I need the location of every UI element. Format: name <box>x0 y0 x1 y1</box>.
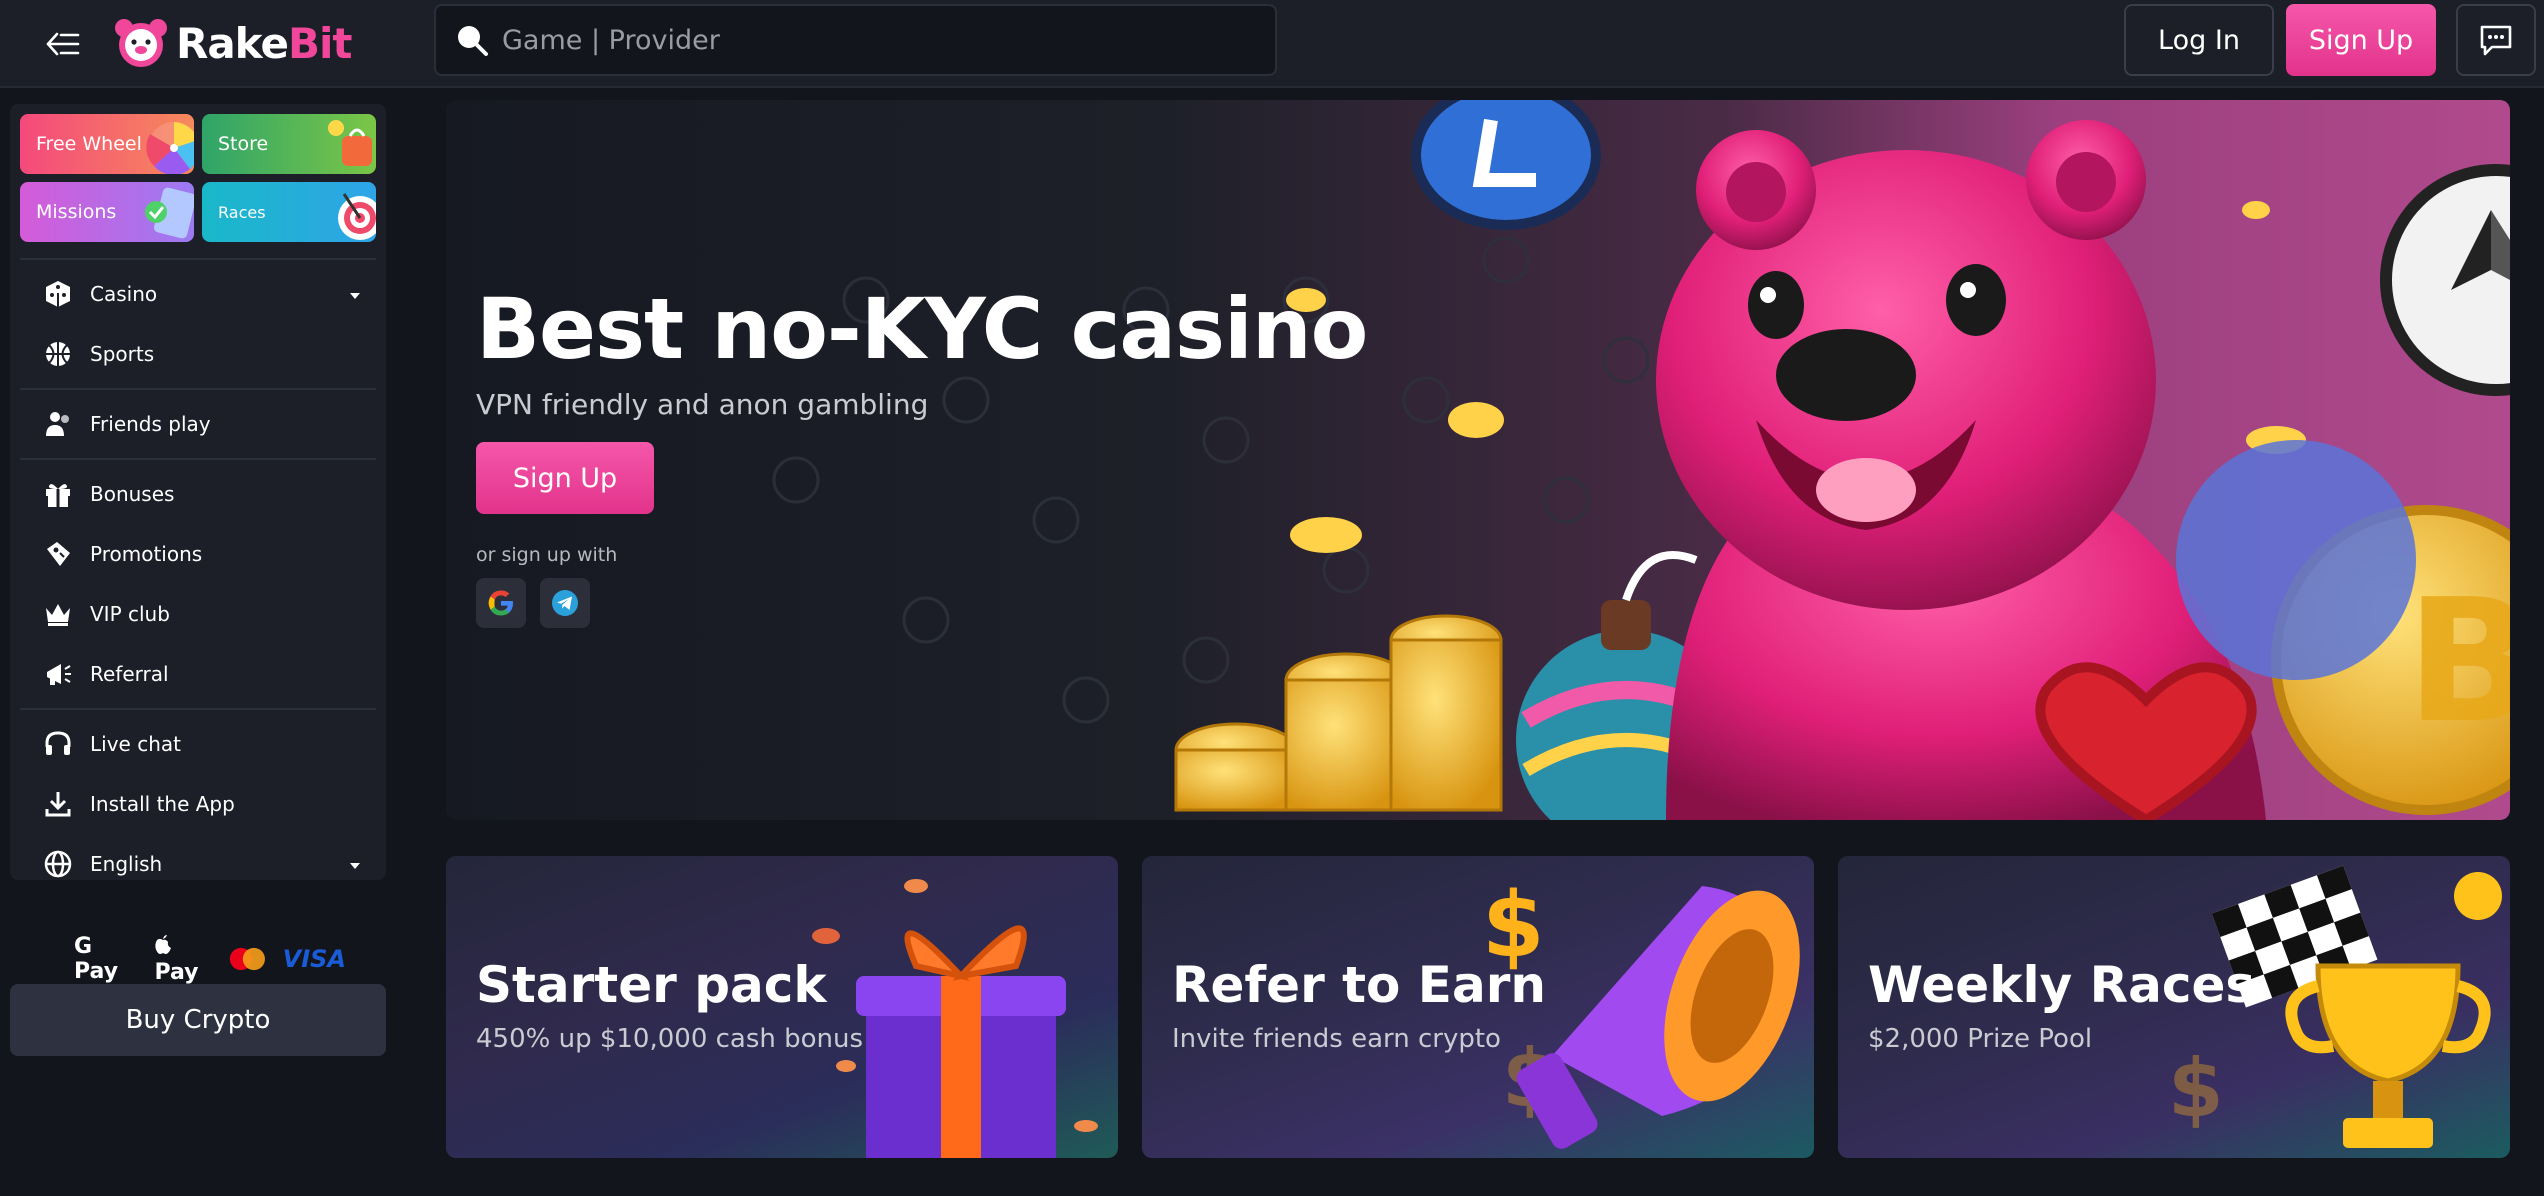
divider <box>20 388 376 390</box>
sidebar-nav: Casino Sports Friends play Bonuses Promo… <box>20 254 376 894</box>
mastercard-logo <box>229 947 265 971</box>
ticket-icon <box>42 538 74 570</box>
telegram-signup-button[interactable] <box>540 578 590 628</box>
top-header: RakeBit Log In Sign Up <box>0 0 2544 88</box>
bear-logo-icon <box>115 19 167 67</box>
sidebar-item-label: Casino <box>90 282 158 306</box>
arrow-left-menu-icon <box>46 32 80 56</box>
sidebar-item-label: Install the App <box>90 792 235 816</box>
visa-logo: VISA <box>282 945 346 973</box>
sidebar: Free Wheel Store Missions Races Casino S… <box>10 104 386 880</box>
search-icon <box>458 26 488 56</box>
hero-title: Best no-KYC casino <box>476 280 1368 378</box>
hero-subtitle: VPN friendly and anon gambling <box>476 388 929 421</box>
language-selector[interactable]: English <box>20 834 376 894</box>
sidebar-item-sports[interactable]: Sports <box>20 324 376 384</box>
basketball-icon <box>42 338 74 370</box>
hero-banner: B Best no-KYC casino VPN friendly and an… <box>446 100 2510 820</box>
sidebar-item-bonuses[interactable]: Bonuses <box>20 464 376 524</box>
hero-signup-button[interactable]: Sign Up <box>476 442 654 514</box>
globe-icon <box>42 848 74 880</box>
store-label: Store <box>218 133 269 155</box>
free-wheel-label: Free Wheel <box>36 133 142 155</box>
target-icon <box>338 193 376 240</box>
logo-wordmark: RakeBit <box>176 18 352 68</box>
buy-crypto-button[interactable]: Buy Crypto <box>10 984 386 1056</box>
sidebar-item-label: English <box>90 852 163 876</box>
sidebar-item-vip-club[interactable]: VIP club <box>20 584 376 644</box>
missions-label: Missions <box>36 201 117 223</box>
store-tile[interactable]: Store <box>202 114 376 174</box>
card-title: Weekly Races <box>1868 956 2256 1014</box>
card-title: Starter pack <box>476 956 827 1014</box>
card-subtitle: Invite friends earn crypto <box>1172 1024 1501 1054</box>
divider <box>20 258 376 260</box>
apple-icon <box>155 934 172 954</box>
weekly-races-card[interactable]: $ Weekly Races $2,000 Prize Pool <box>1838 856 2510 1158</box>
chat-button[interactable] <box>2456 4 2536 76</box>
races-tile[interactable]: Races <box>202 182 376 242</box>
sidebar-item-referral[interactable]: Referral <box>20 644 376 704</box>
sidebar-item-live-chat[interactable]: Live chat <box>20 714 376 774</box>
refer-to-earn-card[interactable]: $ $ $ Refer to Earn Invite friends earn … <box>1142 856 1814 1158</box>
rakebit-logo[interactable]: RakeBit <box>114 16 352 70</box>
social-signup-label: or sign up with <box>476 544 618 566</box>
crown-icon <box>42 598 74 630</box>
search-input[interactable] <box>502 24 1262 56</box>
chat-bubble-icon <box>2480 25 2512 56</box>
free-wheel-tile[interactable]: Free Wheel <box>20 114 194 174</box>
sidebar-item-label: Live chat <box>90 732 181 756</box>
download-icon <box>42 788 74 820</box>
headset-icon <box>42 728 74 760</box>
google-icon <box>488 590 513 616</box>
caret-down-icon <box>348 282 362 306</box>
friends-icon <box>42 408 74 440</box>
sidebar-item-label: Promotions <box>90 542 203 566</box>
search-bar[interactable] <box>434 4 1277 76</box>
sidebar-item-label: VIP club <box>90 602 170 626</box>
card-subtitle: 450% up $10,000 cash bonus <box>476 1024 864 1054</box>
signup-button[interactable]: Sign Up <box>2286 4 2436 76</box>
svg-text:B: B <box>2406 563 2510 761</box>
google-signup-button[interactable] <box>476 578 526 628</box>
sidebar-item-label: Friends play <box>90 412 211 436</box>
sidebar-item-label: Bonuses <box>90 482 175 506</box>
missions-tile[interactable]: Missions <box>20 182 194 242</box>
divider <box>20 708 376 710</box>
sidebar-item-friends-play[interactable]: Friends play <box>20 394 376 454</box>
google-pay-logo: G Pay <box>74 934 119 984</box>
sidebar-item-label: Referral <box>90 662 169 686</box>
login-button[interactable]: Log In <box>2124 4 2274 76</box>
card-title: Refer to Earn <box>1172 956 1546 1014</box>
telegram-icon <box>552 590 578 616</box>
races-label: Races <box>218 202 266 222</box>
sidebar-item-install-app[interactable]: Install the App <box>20 774 376 834</box>
checklist-icon <box>145 187 194 239</box>
starter-pack-card[interactable]: Starter pack 450% up $10,000 cash bonus <box>446 856 1118 1158</box>
promo-tiles: Free Wheel Store Missions Races <box>20 114 376 242</box>
gift-icon <box>42 478 74 510</box>
sidebar-item-label: Sports <box>90 342 155 366</box>
shopping-bag-icon <box>328 120 372 166</box>
sidebar-item-promotions[interactable]: Promotions <box>20 524 376 584</box>
apple-pay-text: Pay <box>154 959 199 985</box>
sidebar-item-casino[interactable]: Casino <box>20 264 376 324</box>
collapse-sidebar-button[interactable] <box>40 24 86 64</box>
caret-down-icon <box>348 852 362 876</box>
wheel-icon <box>146 122 194 174</box>
payment-methods: G Pay Pay VISA <box>74 934 346 985</box>
apple-pay-logo: Pay <box>154 934 211 985</box>
svg-text:$: $ <box>2168 1042 2224 1135</box>
casino-cube-icon <box>42 278 74 310</box>
hero-illustration: B <box>772 100 2510 820</box>
divider <box>20 458 376 460</box>
megaphone-icon <box>42 658 74 690</box>
card-subtitle: $2,000 Prize Pool <box>1868 1024 2093 1054</box>
